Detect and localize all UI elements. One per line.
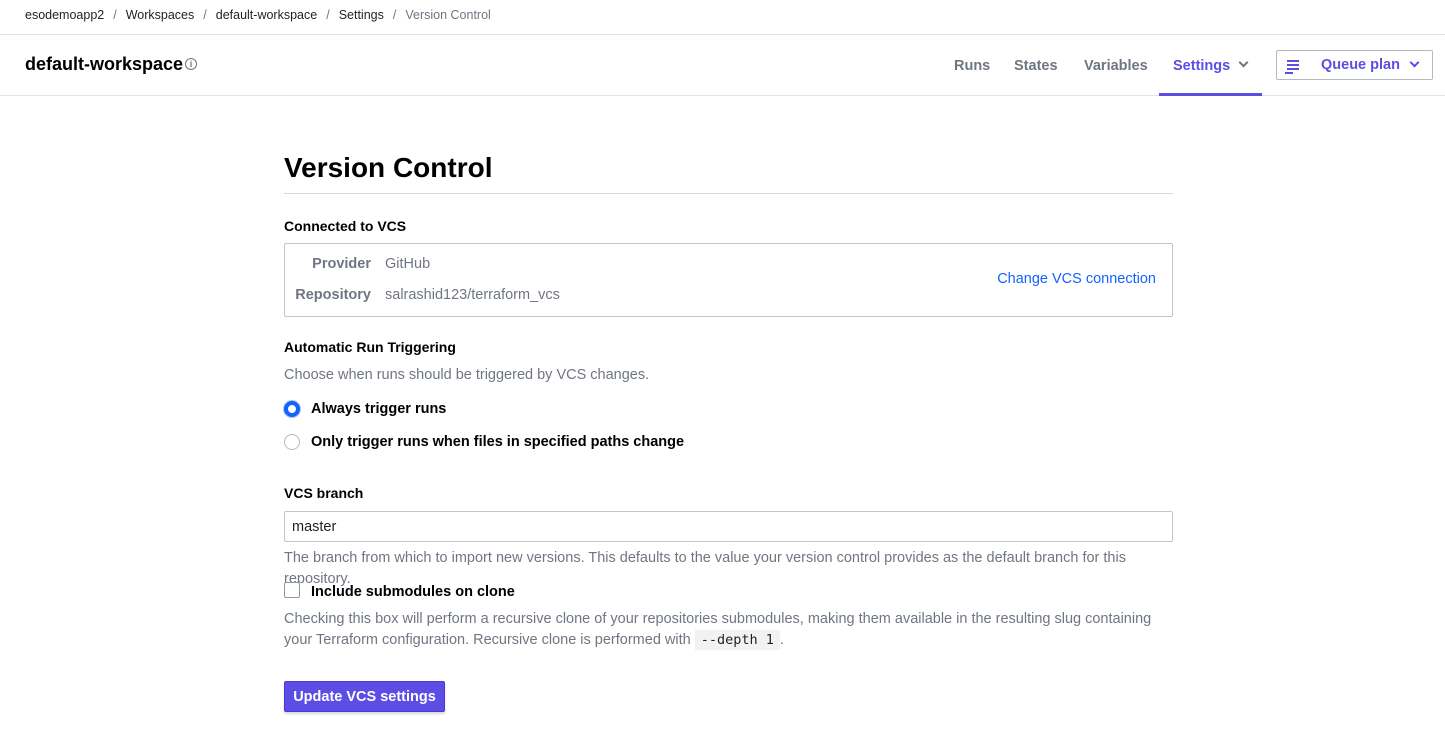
tab-runs[interactable]: Runs xyxy=(954,35,990,96)
vcs-connection-panel: Provider GitHub Repository salrashid123/… xyxy=(284,243,1173,317)
breadcrumb-organization[interactable]: esodemoapp2 xyxy=(25,8,104,22)
breadcrumb-separator: / xyxy=(113,8,117,22)
include-submodules-checkbox[interactable] xyxy=(284,582,300,598)
run-triggering-heading: Automatic Run Triggering xyxy=(284,339,456,355)
tab-variables[interactable]: Variables xyxy=(1084,35,1148,96)
depth-code: --depth 1 xyxy=(694,630,780,650)
change-vcs-connection-link[interactable]: Change VCS connection xyxy=(997,271,1156,287)
queue-plan-label: Queue plan xyxy=(1321,57,1400,73)
provider-label: Provider xyxy=(312,256,371,272)
update-vcs-settings-button[interactable]: Update VCS settings xyxy=(284,681,445,712)
vcs-branch-input[interactable] xyxy=(284,511,1173,542)
breadcrumb-workspaces[interactable]: Workspaces xyxy=(126,8,195,22)
chevron-down-icon xyxy=(1238,57,1249,68)
repository-value: salrashid123/terraform_vcs xyxy=(385,287,560,303)
breadcrumb-current: Version Control xyxy=(405,8,491,22)
radio-always-trigger-label: Always trigger runs xyxy=(311,401,447,417)
chevron-down-icon xyxy=(1409,57,1420,68)
workspace-header: default-workspace i Runs States Variable… xyxy=(0,34,1445,96)
vcs-branch-heading: VCS branch xyxy=(284,485,364,501)
breadcrumb-workspace[interactable]: default-workspace xyxy=(216,8,317,22)
submodules-help-suffix: . xyxy=(779,632,784,648)
breadcrumb-separator: / xyxy=(392,8,397,22)
radio-path-trigger-label: Only trigger runs when files in specifie… xyxy=(311,434,685,450)
tab-settings-label: Settings xyxy=(1173,58,1231,74)
info-icon[interactable]: i xyxy=(185,58,197,70)
queue-plan-button[interactable]: Queue plan xyxy=(1276,50,1433,80)
tab-settings[interactable]: Settings xyxy=(1159,35,1262,96)
run-triggering-description: Choose when runs should be triggered by … xyxy=(284,367,650,383)
radio-button[interactable] xyxy=(284,434,300,450)
breadcrumb: esodemoapp2 / Workspaces / default-works… xyxy=(25,7,491,23)
queue-list-icon xyxy=(1285,60,1299,74)
radio-button-checked[interactable] xyxy=(284,401,300,417)
tab-states[interactable]: States xyxy=(1014,35,1058,96)
breadcrumb-settings[interactable]: Settings xyxy=(339,8,384,22)
submodules-help: Checking this box will perform a recursi… xyxy=(284,609,1173,651)
repository-label: Repository xyxy=(295,287,371,303)
vcs-connection-heading: Connected to VCS xyxy=(284,218,407,234)
page-title: Version Control xyxy=(284,152,493,183)
breadcrumb-separator: / xyxy=(326,8,330,22)
breadcrumb-separator: / xyxy=(203,8,207,22)
workspace-title: default-workspace xyxy=(25,54,184,74)
divider xyxy=(284,193,1173,194)
include-submodules-label: Include submodules on clone xyxy=(311,584,515,600)
provider-value: GitHub xyxy=(385,256,431,272)
